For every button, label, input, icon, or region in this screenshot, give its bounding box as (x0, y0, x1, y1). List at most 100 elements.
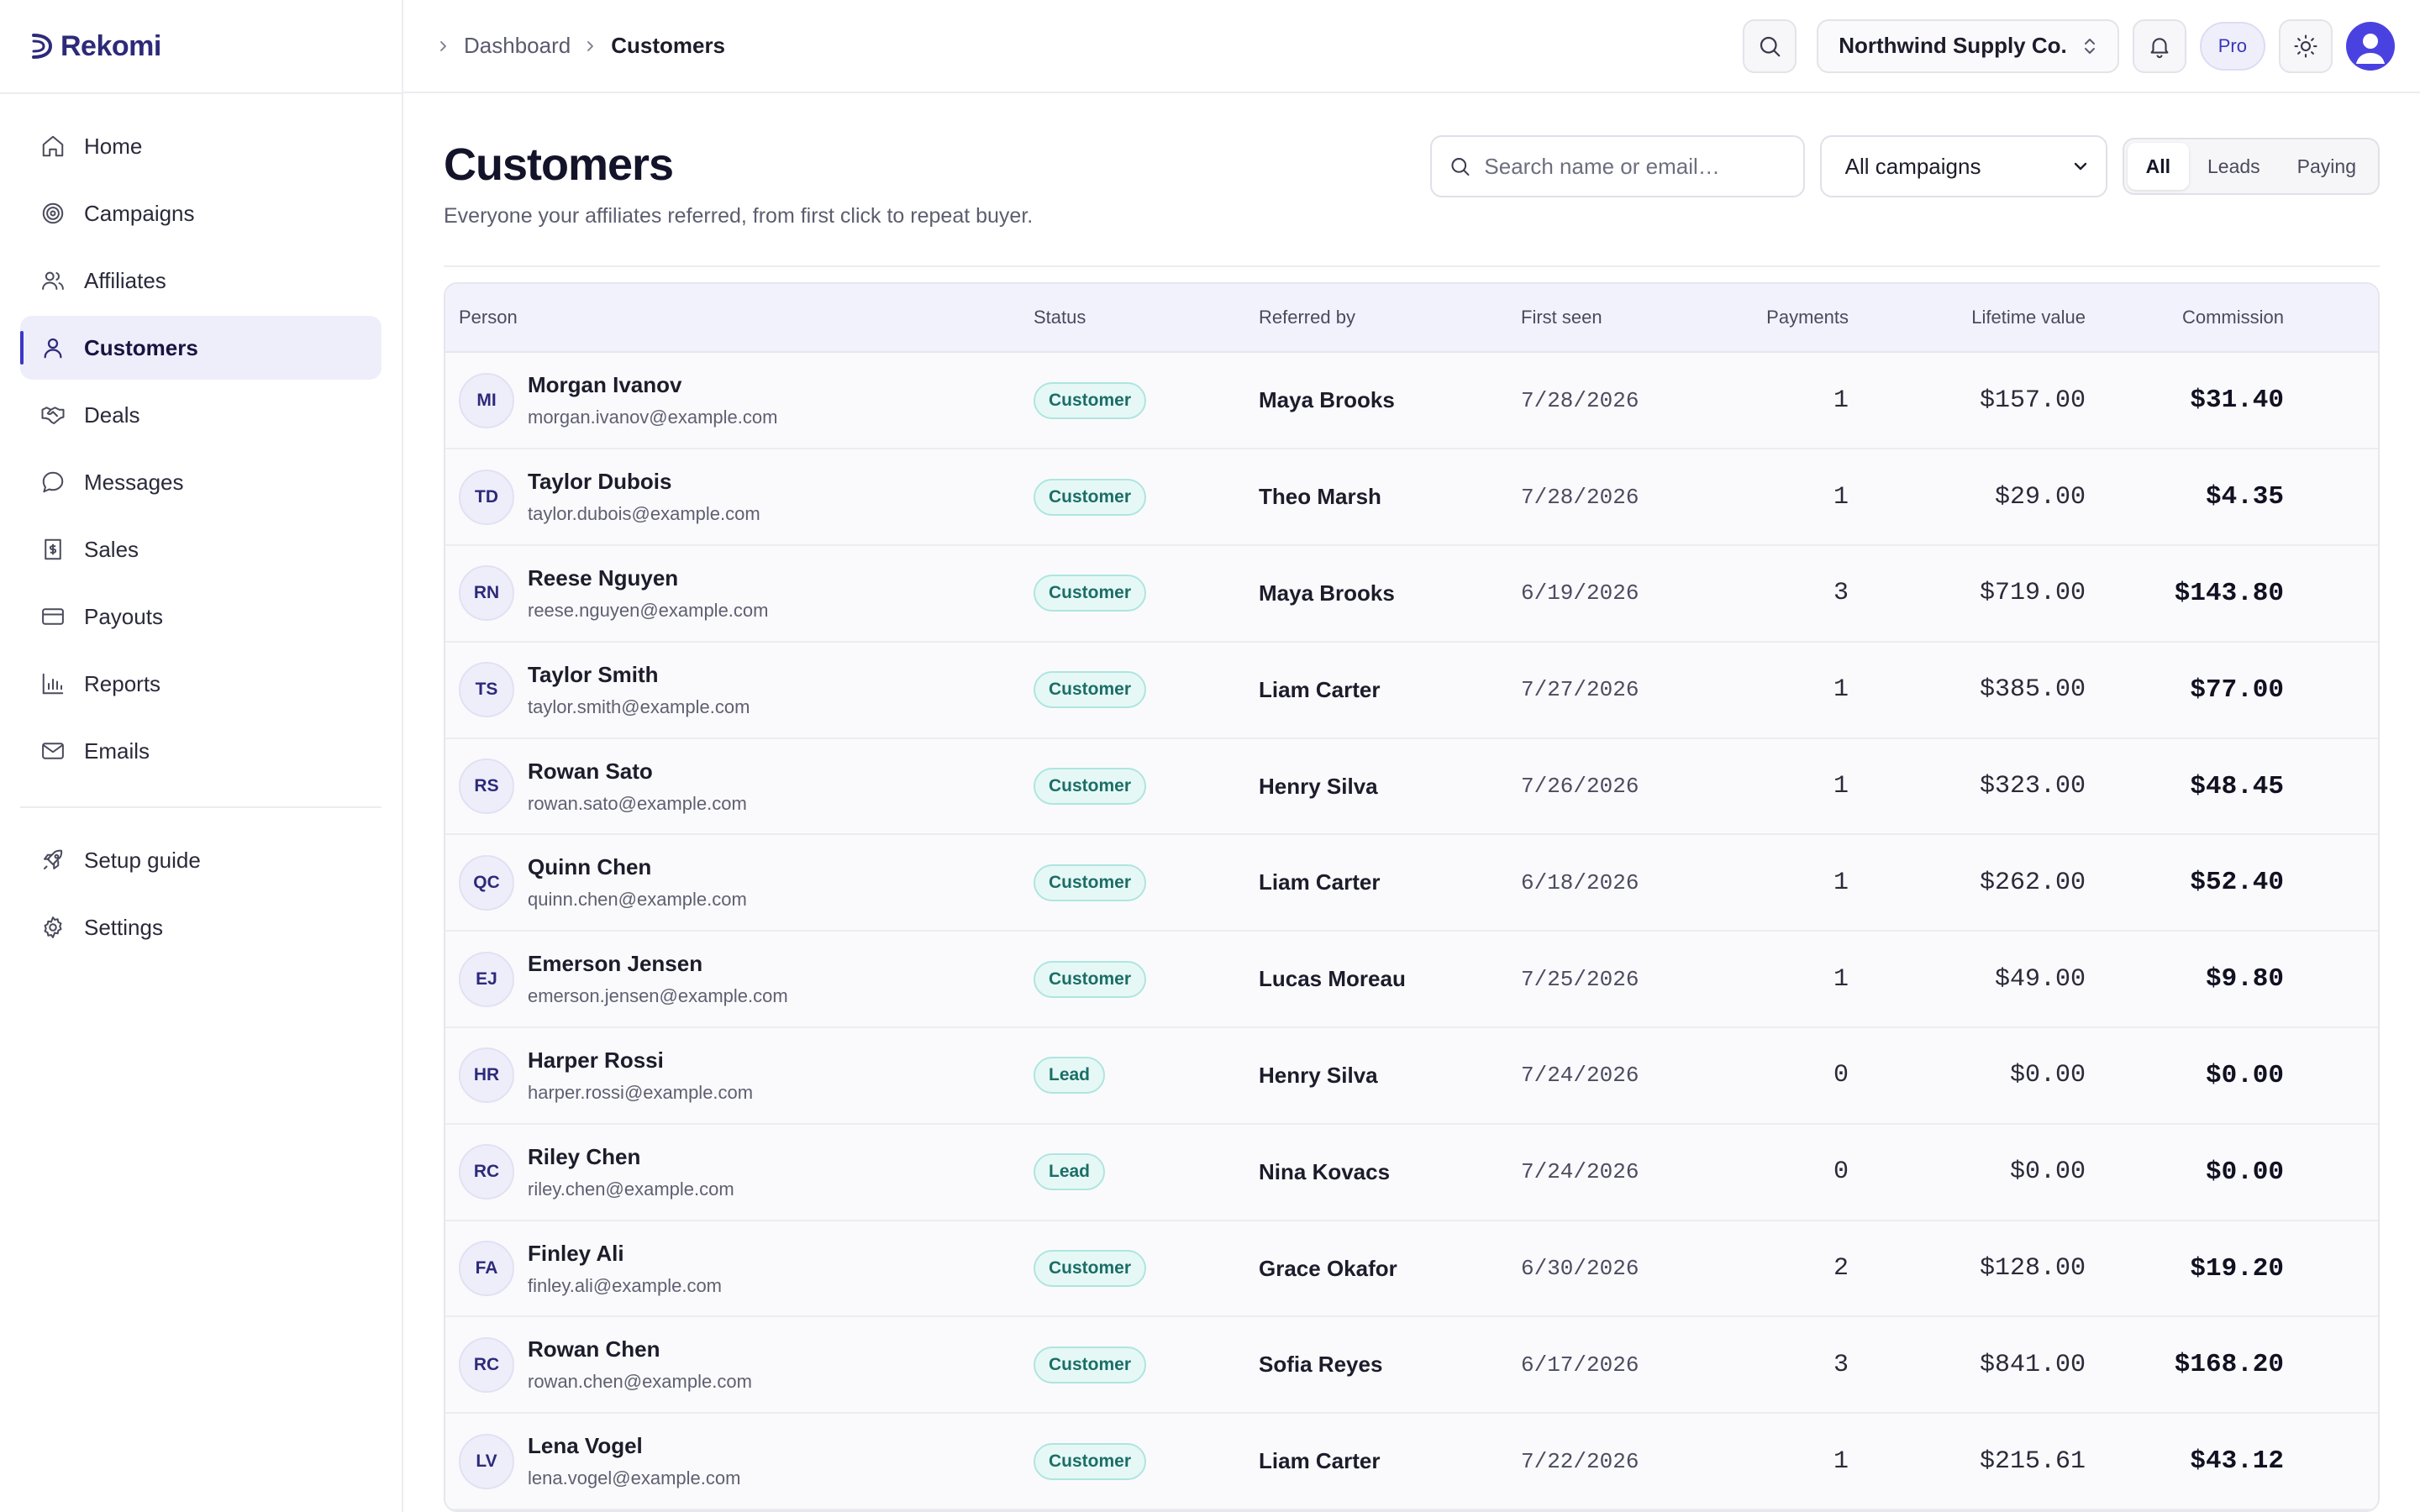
customer-name: Morgan Ivanov (528, 372, 682, 398)
status-badge: Customer (1034, 1442, 1147, 1480)
filter-controls: All campaigns All Leads Paying (1429, 135, 2380, 198)
table-row[interactable]: EJ Emerson Jensen emerson.jensen@example… (445, 932, 2378, 1029)
sidebar-item-reports[interactable]: Reports (20, 652, 381, 716)
sidebar-item-customers[interactable]: Customers (20, 316, 381, 380)
status-cell: Customer (1034, 864, 1259, 901)
commission: $9.80 (2205, 964, 2284, 995)
column-header-person[interactable]: Person (445, 307, 1034, 328)
search-button[interactable] (1743, 18, 1797, 73)
status-badge: Customer (1034, 575, 1147, 612)
referred-by: Maya Brooks (1259, 387, 1395, 413)
brand[interactable]: Rekomi (0, 0, 402, 94)
status-badge: Lead (1034, 1153, 1106, 1191)
mail-icon (40, 738, 66, 764)
table-row[interactable]: TD Taylor Dubois taylor.dubois@example.c… (445, 449, 2378, 547)
lifetime-value: $0.00 (2009, 1061, 2086, 1090)
sidebar-item-setup-guide[interactable]: Setup guide (20, 828, 381, 892)
sidebar-item-label: Messages (84, 469, 184, 495)
status-cell: Lead (1034, 1153, 1259, 1191)
table-row[interactable]: RC Riley Chen riley.chen@example.com Lea… (445, 1124, 2378, 1221)
sidebar-item-deals[interactable]: Deals (20, 383, 381, 447)
page-title: Customers (444, 139, 674, 191)
table-row[interactable]: HR Harper Rossi harper.rossi@example.com… (445, 1028, 2378, 1125)
first-seen: 7/26/2026 (1521, 774, 1639, 800)
search-input[interactable] (1484, 153, 1786, 180)
person-cell: RC Rowan Chen rowan.chen@example.com (445, 1336, 1034, 1393)
sidebar-item-emails[interactable]: Emails (20, 719, 381, 783)
referred-by: Sofia Reyes (1259, 1352, 1383, 1378)
status-badge: Lead (1034, 1057, 1106, 1095)
column-header-first-seen[interactable]: First seen (1521, 307, 1706, 328)
payments-count: 1 (1833, 386, 1849, 415)
table-row[interactable]: FA Finley Ali finley.ali@example.com Cus… (445, 1221, 2378, 1318)
table-row[interactable]: MI Morgan Ivanov morgan.ivanov@example.c… (445, 353, 2378, 450)
person-cell: QC Quinn Chen quinn.chen@example.com (445, 854, 1034, 911)
status-cell: Customer (1034, 478, 1259, 516)
breadcrumb-dashboard-link[interactable]: Dashboard (464, 33, 571, 59)
segment-leads[interactable]: Leads (2189, 143, 2279, 190)
campaign-select[interactable]: All campaigns (1819, 135, 2107, 198)
person-cell: EJ Emerson Jensen emerson.jensen@example… (445, 951, 1034, 1007)
person-cell: RS Rowan Sato rowan.sato@example.com (445, 759, 1034, 815)
brand-logo-icon (32, 34, 53, 59)
org-switcher[interactable]: Northwind Supply Co. (1817, 18, 2119, 73)
sidebar-item-settings[interactable]: Settings (20, 895, 381, 959)
sidebar-item-label: Deals (84, 402, 140, 428)
column-header-lifetime-value[interactable]: Lifetime value (1849, 307, 2086, 328)
referred-by: Liam Carter (1259, 1448, 1381, 1474)
customer-email: lena.vogel@example.com (528, 1467, 741, 1489)
sidebar-item-label: Setup guide (84, 847, 201, 873)
sidebar-nav: Home Campaigns Affiliates Customers Deal… (0, 94, 402, 959)
first-seen: 6/18/2026 (1521, 869, 1639, 895)
table-header: Person Status Referred by First seen Pay… (445, 284, 2378, 354)
customer-email: reese.nguyen@example.com (528, 599, 769, 621)
table-row[interactable]: RN Reese Nguyen reese.nguyen@example.com… (445, 546, 2378, 643)
customer-name: Riley Chen (528, 1143, 641, 1169)
search-icon (1451, 158, 1470, 176)
avatar: RC (459, 1144, 514, 1200)
column-header-referred-by[interactable]: Referred by (1259, 307, 1521, 328)
table-row[interactable]: RC Rowan Chen rowan.chen@example.com Cus… (445, 1317, 2378, 1415)
theme-toggle-button[interactable] (2279, 18, 2333, 73)
payments-count: 3 (1833, 579, 1849, 608)
users-icon (40, 268, 66, 293)
notifications-button[interactable] (2132, 18, 2186, 73)
lifetime-value: $49.00 (1994, 964, 2086, 994)
table-row[interactable]: TS Taylor Smith taylor.smith@example.com… (445, 642, 2378, 739)
sidebar-item-campaigns[interactable]: Campaigns (20, 181, 381, 245)
status-badge: Customer (1034, 671, 1147, 709)
customer-email: rowan.chen@example.com (528, 1371, 752, 1393)
page-header: Customers Everyone your affiliates refer… (444, 135, 2380, 228)
column-header-payments[interactable]: Payments (1706, 307, 1849, 328)
person-cell: HR Harper Rossi harper.rossi@example.com (445, 1047, 1034, 1104)
payments-count: 1 (1833, 964, 1849, 994)
sidebar-item-payouts[interactable]: Payouts (20, 585, 381, 648)
sidebar-item-messages[interactable]: Messages (20, 450, 381, 514)
lifetime-value: $0.00 (2009, 1158, 2086, 1187)
sidebar-item-home[interactable]: Home (20, 114, 381, 178)
status-cell: Customer (1034, 575, 1259, 612)
avatar: QC (459, 854, 514, 911)
status-badge: Customer (1034, 1250, 1147, 1287)
segment-paying[interactable]: Paying (2279, 143, 2375, 190)
commission: $43.12 (2190, 1446, 2284, 1477)
user-avatar[interactable] (2346, 21, 2395, 71)
customer-email: taylor.dubois@example.com (528, 503, 760, 525)
customer-name: Harper Rossi (528, 1047, 664, 1073)
breadcrumb: Dashboard Customers (437, 33, 1729, 59)
status-cell: Customer (1034, 671, 1259, 709)
plan-badge[interactable]: Pro (2199, 21, 2265, 71)
table-row[interactable]: LV Lena Vogel lena.vogel@example.com Cus… (445, 1414, 2378, 1510)
column-header-commission[interactable]: Commission (2086, 307, 2297, 328)
avatar: RN (459, 565, 514, 622)
segment-all[interactable]: All (2127, 143, 2189, 191)
user-avatar-icon (2356, 33, 2385, 64)
column-header-status[interactable]: Status (1034, 307, 1259, 328)
table-row[interactable]: QC Quinn Chen quinn.chen@example.com Cus… (445, 835, 2378, 932)
table-row[interactable]: RS Rowan Sato rowan.sato@example.com Cus… (445, 738, 2378, 836)
sidebar-item-sales[interactable]: Sales (20, 517, 381, 581)
lifetime-value: $29.00 (1994, 482, 2086, 512)
sidebar-item-affiliates[interactable]: Affiliates (20, 249, 381, 312)
sidebar-item-label: Settings (84, 914, 163, 940)
app-shell: Rekomi Home Campaigns Affiliates Custome… (0, 0, 2420, 1512)
